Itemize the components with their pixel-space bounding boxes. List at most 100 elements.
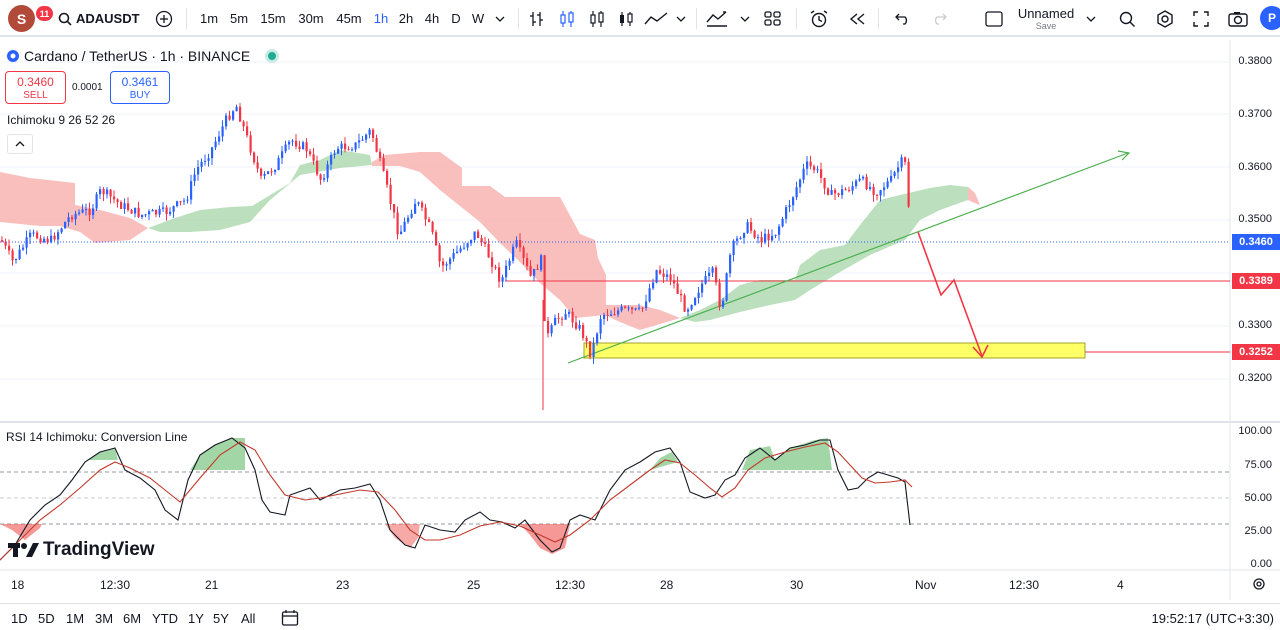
buy-button[interactable]: 0.3461 BUY [110,71,170,104]
clock-timezone[interactable]: 19:52:17 (UTC+3:30) [1152,611,1274,626]
candle-body [631,307,634,310]
candle-body [141,214,144,218]
candle-body [610,314,613,316]
price-chart[interactable] [0,0,1280,600]
candle-body [242,121,245,127]
candle-body [172,206,175,212]
candle-body [197,166,200,175]
candle-body [260,168,263,176]
candle-body [4,241,7,246]
candle-body [582,324,585,338]
time-label: Nov [915,578,937,592]
time-label: 12:30 [1009,578,1040,592]
candle-body [543,255,546,321]
candle-body [431,221,434,233]
candle-body [452,253,455,259]
candle-body [288,141,291,145]
range-5y[interactable]: 5Y [213,611,229,626]
candle-body [848,190,851,192]
range-1d[interactable]: 1D [11,611,28,626]
candle-body [281,151,284,159]
candle-body [683,295,686,312]
rsi-tick: 50.00 [1244,492,1272,504]
candle-body [263,174,266,176]
date-range-button[interactable] [281,609,299,630]
candle-body [85,208,88,210]
trend-line[interactable] [567,152,1129,364]
axis-settings-button[interactable] [1252,577,1266,596]
candle-body [179,201,182,203]
rsi-tick: 75.00 [1244,459,1272,471]
candlestick-series [1,103,910,410]
time-label: 18 [11,578,25,592]
candle-body [477,231,480,238]
range-3m[interactable]: 3M [95,611,113,626]
candle-body [333,153,336,155]
rsi-tick: 25.00 [1244,525,1272,537]
candle-body [99,189,102,195]
candle-body [106,189,109,195]
candle-body [886,181,889,188]
candle-body [550,325,553,334]
candle-body [844,189,847,191]
candle-body [162,207,165,209]
candle-body [592,343,595,357]
level-2-tag: 0.3252 [1232,344,1280,360]
candle-body [67,217,70,223]
range-5d[interactable]: 5D [38,611,55,626]
range-all[interactable]: All [241,611,255,626]
candle-body [624,306,627,308]
candle-body [386,170,389,185]
candle-body [638,307,641,309]
candle-body [50,235,53,242]
symbol-title[interactable]: Cardano / TetherUS · 1h · BINANCE [24,48,250,64]
candle-body [102,189,105,195]
ichimoku-legend[interactable]: Ichimoku 9 26 52 26 [7,113,115,127]
candle-body [603,314,606,320]
candle-body [319,174,322,180]
rsi-fills [0,438,832,554]
buy-price: 0.3461 [121,75,159,89]
candle-body [449,258,452,265]
candle-body [830,189,833,195]
candle-body [88,208,91,216]
range-6m[interactable]: 6M [123,611,141,626]
candle-body [704,276,707,284]
candle-body [666,274,669,277]
candle-body [183,200,186,202]
range-ytd[interactable]: YTD [152,611,178,626]
candle-body [876,194,879,196]
candle-body [725,273,728,301]
candle-body [736,238,739,241]
candle-body [701,283,704,293]
gear-icon [1253,578,1265,590]
candle-body [358,140,361,143]
candle-body [676,283,679,294]
candle-body [148,211,151,215]
candle-body [442,261,445,266]
candle-body [274,170,277,172]
candle-body [809,161,812,167]
candle-body [372,129,375,139]
range-1m[interactable]: 1M [66,611,84,626]
candle-body [869,186,872,190]
candle-body [95,194,98,209]
sell-button[interactable]: 0.3460 SELL [5,71,66,104]
candle-body [11,250,14,261]
candle-body [323,178,326,180]
candle-body [739,237,742,239]
candle-body [60,228,63,233]
buy-label: BUY [129,90,151,101]
candle-body [130,210,133,214]
projection-path[interactable] [917,231,983,357]
rsi-legend[interactable]: RSI 14 Ichimoku: Conversion Line [6,430,187,444]
range-1y[interactable]: 1Y [188,611,204,626]
candle-body [176,201,179,207]
demand-zone[interactable] [583,342,1086,359]
candle-body [823,178,826,189]
candle-body [375,138,378,152]
candle-body [694,297,697,306]
candle-body [606,314,609,316]
collapse-legend-button[interactable] [7,134,33,154]
tradingview-watermark: TradingView [8,539,155,561]
